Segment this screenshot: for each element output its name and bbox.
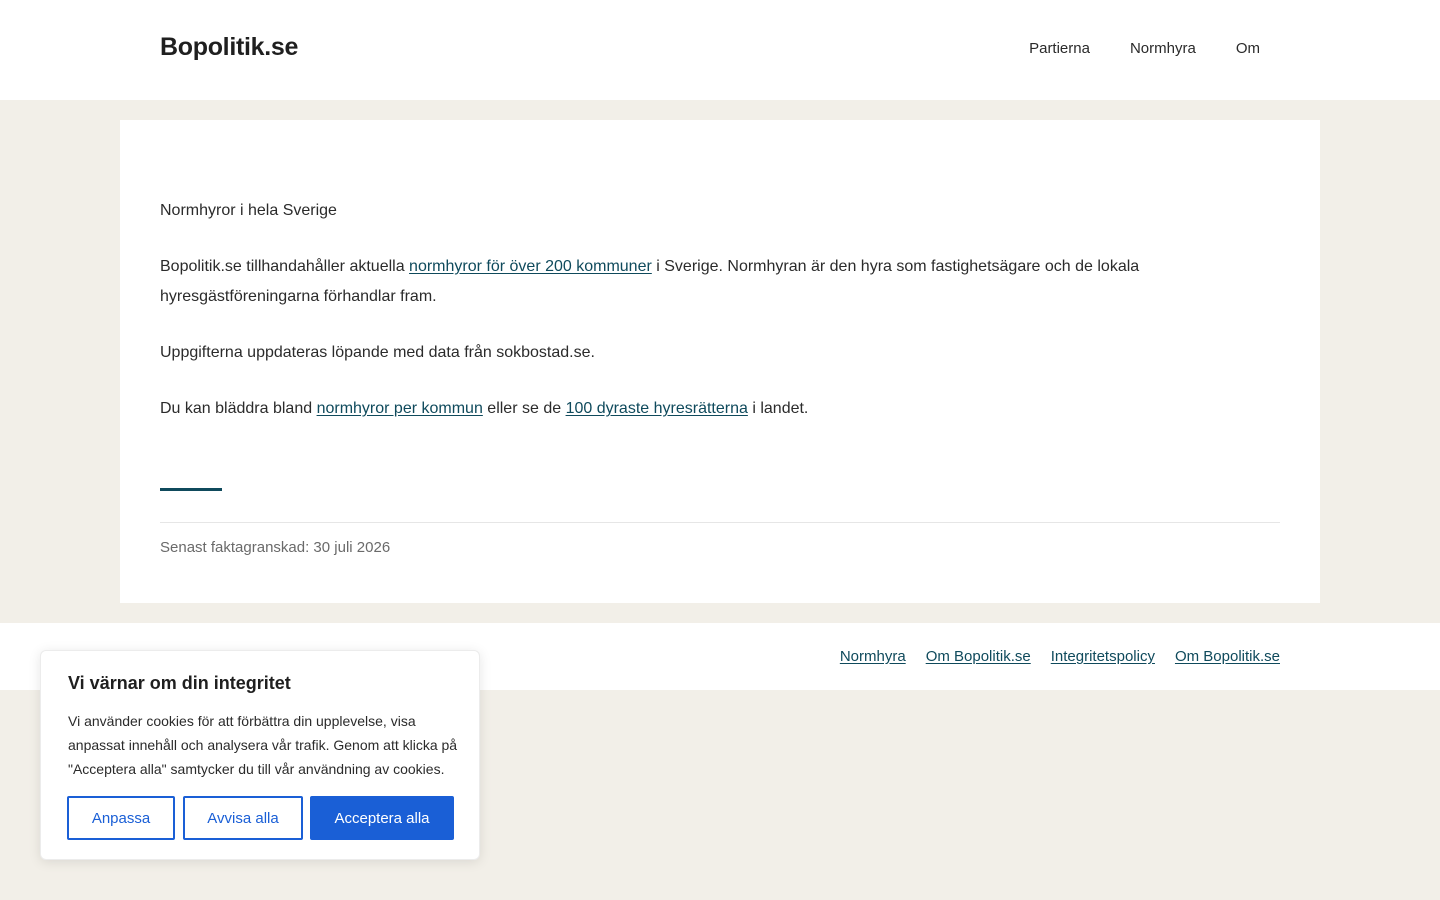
site-logo[interactable]: Bopolitik.se — [160, 33, 298, 62]
cookie-text: Vi använder cookies för att förbättra di… — [68, 713, 458, 777]
footer-link-normhyra[interactable]: Normhyra — [840, 648, 906, 665]
paragraph-text: i landet. — [747, 400, 809, 417]
paragraph-text: Bopolitik.se tillhandahåller aktuella — [160, 258, 410, 275]
cookie-banner: Vi värnar om din integritet Vi använder … — [40, 650, 480, 860]
main-card: Normhyror i hela Sverige Bopolitik.se ti… — [120, 120, 1320, 603]
divider — [160, 522, 1280, 523]
paragraph-text: Du kan bläddra bland — [160, 400, 317, 417]
paragraph-intro: Bopolitik.se tillhandahåller aktuella no… — [160, 252, 1280, 312]
page-heading: Normhyror i hela Sverige — [160, 202, 337, 219]
cookie-title: Vi värnar om din integritet — [68, 673, 291, 693]
site-header: Bopolitik.se Partierna Normhyra Om — [0, 0, 1440, 100]
nav-item-om[interactable]: Om — [1236, 40, 1260, 57]
footer-link-om-2[interactable]: Om Bopolitik.se — [1175, 648, 1280, 665]
factcheck-date: Senast faktagranskad: 30 juli 2026 — [160, 539, 391, 556]
paragraph-browse: Du kan bläddra bland normhyror per kommu… — [160, 394, 1280, 424]
reject-all-button[interactable]: Avvisa alla — [183, 796, 303, 840]
nav-item-partierna[interactable]: Partierna — [1029, 40, 1090, 57]
link-dyraste-hyresratter[interactable]: 100 dyraste hyresrätterna — [566, 400, 748, 417]
accent-bar — [160, 488, 222, 491]
article-content: Normhyror i hela Sverige Bopolitik.se ti… — [160, 196, 1280, 450]
nav-item-normhyra[interactable]: Normhyra — [1130, 40, 1196, 57]
customize-button[interactable]: Anpassa — [67, 796, 175, 840]
paragraph-updates: Uppgifterna uppdateras löpande med data … — [160, 344, 595, 361]
link-normhyror-per-kommun[interactable]: normhyror per kommun — [317, 400, 483, 417]
main-nav: Partierna Normhyra Om — [1029, 40, 1260, 57]
footer-links: Normhyra Om Bopolitik.se Integritetspoli… — [840, 648, 1280, 665]
footer-link-integritetspolicy[interactable]: Integritetspolicy — [1051, 648, 1155, 665]
accept-all-button[interactable]: Acceptera alla — [310, 796, 454, 840]
footer-link-om[interactable]: Om Bopolitik.se — [926, 648, 1031, 665]
link-normhyror-kommuner[interactable]: normhyror för över 200 kommuner — [409, 258, 652, 275]
paragraph-text: eller se de — [482, 400, 566, 417]
